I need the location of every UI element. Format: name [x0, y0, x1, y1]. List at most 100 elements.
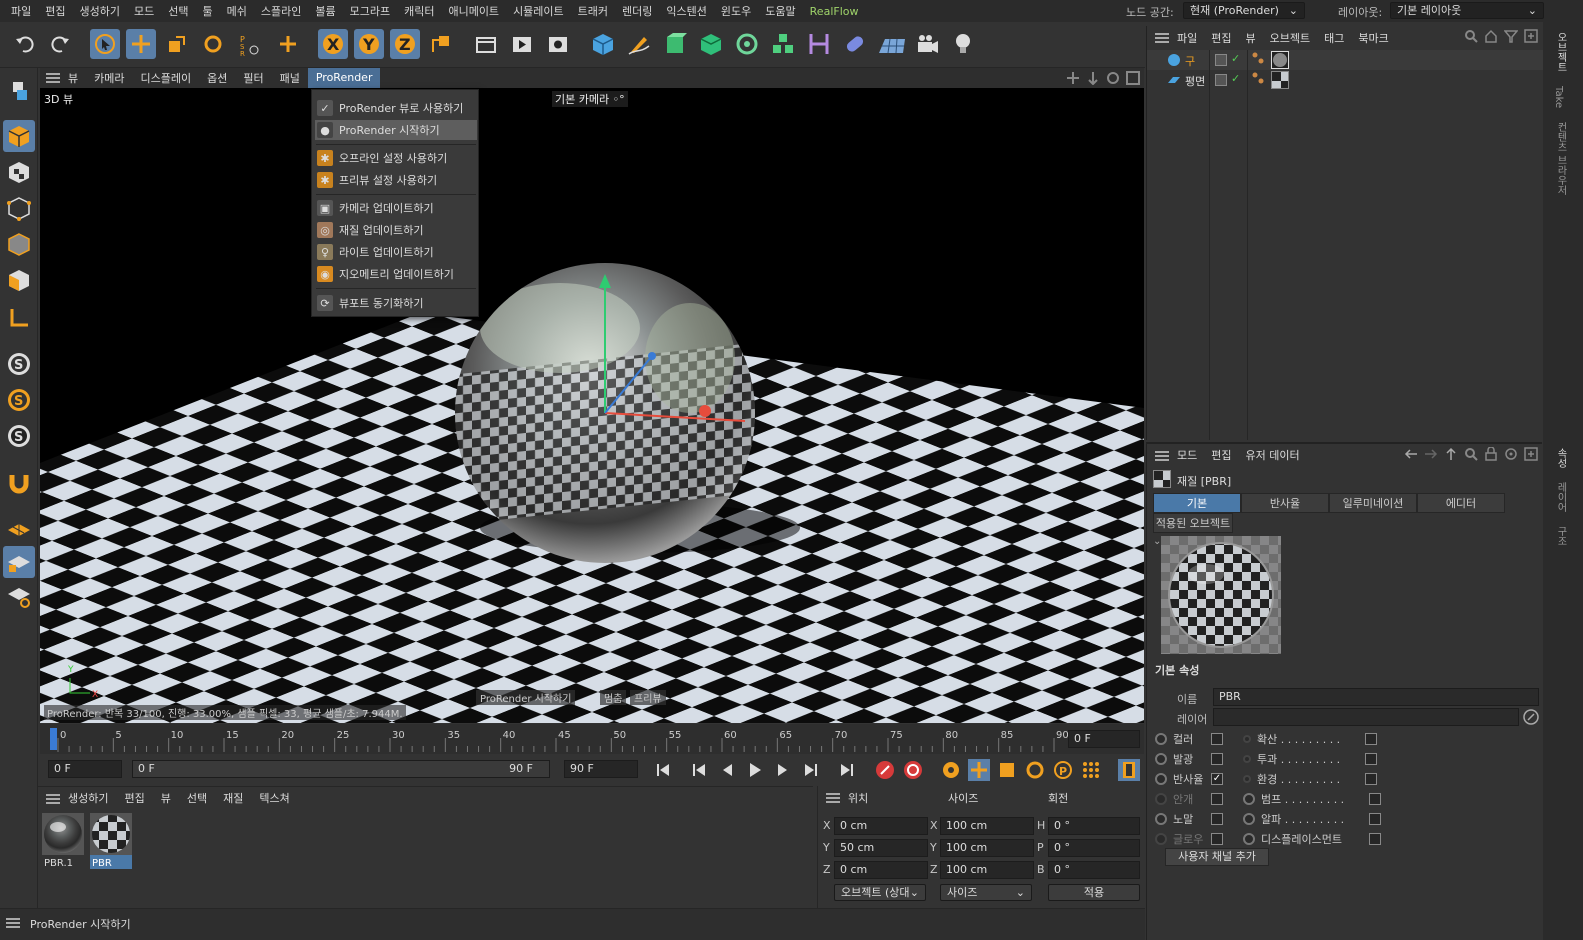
viewport-3d[interactable]: Y X 3D 뷰 기본 카메라 ◦° ProRender: 반복 33/100,…	[40, 88, 1144, 723]
next-frame-button[interactable]	[772, 759, 794, 781]
menu-extensions[interactable]: 익스텐션	[659, 3, 713, 19]
channel-radio[interactable]	[1243, 813, 1255, 825]
rotation-key-button[interactable]	[1024, 759, 1046, 781]
current-frame-field[interactable]: 0 F	[1068, 730, 1140, 748]
layer-field[interactable]	[1213, 708, 1519, 726]
orbit-icon[interactable]	[1106, 71, 1120, 85]
menu-mograph[interactable]: 모그라프	[343, 3, 397, 19]
hamburger-icon[interactable]	[6, 918, 20, 928]
vp-menu-filter[interactable]: 필터	[235, 70, 271, 86]
target-icon[interactable]	[1504, 447, 1518, 461]
frame-range-slider[interactable]: 0 F 90 F	[132, 760, 550, 778]
dd-update-geometry[interactable]: ◉ 지오메트리 업데이트하기	[315, 264, 477, 284]
pause-overlay-button[interactable]: 멈춤	[600, 690, 627, 705]
add-user-channel-button[interactable]: 사용자 채널 추가	[1165, 848, 1269, 866]
timeline-ruler[interactable]: 0 5 10 15 20 25 30 35 40 45 50 55 60 65 70 75 80 85 90	[50, 724, 1080, 754]
menu-spline[interactable]: 스플라인	[254, 3, 308, 19]
om-menu-view[interactable]: 뷰	[1246, 30, 1256, 46]
polygons-mode-button[interactable]	[3, 264, 35, 296]
om-menu-bookmarks[interactable]: 북마크	[1358, 30, 1388, 46]
autokey-button[interactable]	[902, 759, 924, 781]
render-view-button[interactable]	[507, 29, 537, 59]
menu-tracker[interactable]: 트래커	[571, 3, 615, 19]
layer-picker-icon[interactable]	[1523, 709, 1539, 725]
psr-tool-button[interactable]: PSR	[234, 29, 264, 59]
menu-tools[interactable]: 툴	[195, 3, 219, 19]
zoom-icon[interactable]	[1086, 71, 1100, 85]
hamburger-icon[interactable]	[826, 793, 840, 803]
size-z-field[interactable]: 100 cm	[940, 861, 1034, 879]
render-tag-icon[interactable]	[1251, 71, 1265, 85]
size-x-field[interactable]: 100 cm	[940, 817, 1034, 835]
menu-window[interactable]: 윈도우	[714, 3, 758, 19]
light-button[interactable]	[948, 29, 978, 59]
move-tool-button[interactable]	[126, 29, 156, 59]
maximize-icon[interactable]	[1126, 71, 1140, 85]
param-key-button[interactable]: P	[1052, 759, 1074, 781]
pla-key-button[interactable]	[1080, 759, 1102, 781]
make-editable-button[interactable]	[3, 74, 35, 106]
pan-icon[interactable]	[1066, 71, 1080, 85]
rotation-h-field[interactable]: 0 °	[1048, 817, 1140, 835]
hamburger-icon[interactable]	[1155, 33, 1169, 43]
prev-key-button[interactable]	[688, 759, 710, 781]
dd-preview-settings[interactable]: ✱ 프리뷰 설정 사용하기	[315, 170, 477, 190]
mat-menu-texture[interactable]: 텍스쳐	[259, 790, 289, 806]
channel-radio[interactable]	[1243, 775, 1251, 783]
mat-menu-select[interactable]: 선택	[187, 790, 207, 806]
z-axis-button[interactable]: Z	[390, 29, 420, 59]
vp-menu-display[interactable]: 디스플레이	[133, 70, 200, 86]
floor-button[interactable]	[876, 29, 906, 59]
select-tool-button[interactable]	[90, 29, 120, 59]
tab-illumination[interactable]: 일루미네이션	[1329, 493, 1417, 513]
vp-menu-panel[interactable]: 패널	[272, 70, 308, 86]
camera-label[interactable]: 기본 카메라 ◦°	[552, 91, 628, 107]
channel-row[interactable]: 알파 . . . . . . . . .	[1243, 810, 1443, 828]
mat-menu-material[interactable]: 재질	[223, 790, 243, 806]
lock-icon[interactable]	[1484, 447, 1498, 461]
goto-end-button[interactable]	[836, 759, 858, 781]
cube-button[interactable]	[588, 29, 618, 59]
dd-start-prorender[interactable]: ● ProRender 시작하기	[315, 120, 477, 140]
home-icon[interactable]	[1484, 29, 1498, 43]
render-settings-button[interactable]	[543, 29, 573, 59]
menu-volume[interactable]: 볼륨	[308, 3, 342, 19]
channel-radio[interactable]	[1243, 735, 1251, 743]
channel-radio[interactable]	[1155, 813, 1167, 825]
om-menu-objects[interactable]: 오브젝트	[1270, 30, 1310, 46]
channel-checkbox[interactable]	[1365, 753, 1377, 765]
menu-simulate[interactable]: 시뮬레이트	[506, 3, 571, 19]
pen-spline-button[interactable]	[624, 29, 654, 59]
playhead[interactable]	[50, 728, 57, 750]
extrude-button[interactable]	[696, 29, 726, 59]
position-x-field[interactable]: 0 cm	[834, 817, 928, 835]
material-tag-icon[interactable]	[1271, 71, 1289, 89]
menu-character[interactable]: 캐릭터	[397, 3, 441, 19]
position-y-field[interactable]: 50 cm	[834, 839, 928, 857]
object-row-plane[interactable]: 평면 ✓	[1147, 70, 1543, 90]
workplane-button[interactable]	[3, 512, 35, 544]
menu-mode[interactable]: 모드	[127, 3, 161, 19]
channel-checkbox[interactable]: ✓	[1211, 773, 1223, 785]
back-arrow-icon[interactable]	[1404, 447, 1418, 461]
add-tool-button[interactable]	[273, 29, 303, 59]
vp-menu-view[interactable]: 뷰	[60, 70, 86, 86]
channel-checkbox[interactable]	[1211, 733, 1223, 745]
goto-start-button[interactable]	[652, 759, 674, 781]
hamburger-icon[interactable]	[46, 794, 60, 804]
deformer-button[interactable]	[804, 29, 834, 59]
new-window-icon[interactable]	[1524, 447, 1538, 461]
snap-button[interactable]: S	[3, 348, 35, 380]
dd-update-material[interactable]: ◎ 재질 업데이트하기	[315, 220, 477, 240]
channel-checkbox[interactable]	[1365, 773, 1377, 785]
keyframe-selection-button[interactable]	[940, 759, 962, 781]
menu-mesh[interactable]: 메쉬	[220, 3, 254, 19]
layer-toggle[interactable]	[1215, 74, 1227, 86]
am-menu-mode[interactable]: 모드	[1177, 447, 1197, 463]
dd-offline-settings[interactable]: ✱ 오프라인 설정 사용하기	[315, 148, 477, 168]
channel-checkbox[interactable]	[1211, 833, 1223, 845]
am-menu-edit[interactable]: 편집	[1211, 447, 1231, 463]
channel-radio[interactable]	[1155, 773, 1167, 785]
symmetry-button[interactable]: S	[3, 420, 35, 452]
size-y-field[interactable]: 100 cm	[940, 839, 1034, 857]
